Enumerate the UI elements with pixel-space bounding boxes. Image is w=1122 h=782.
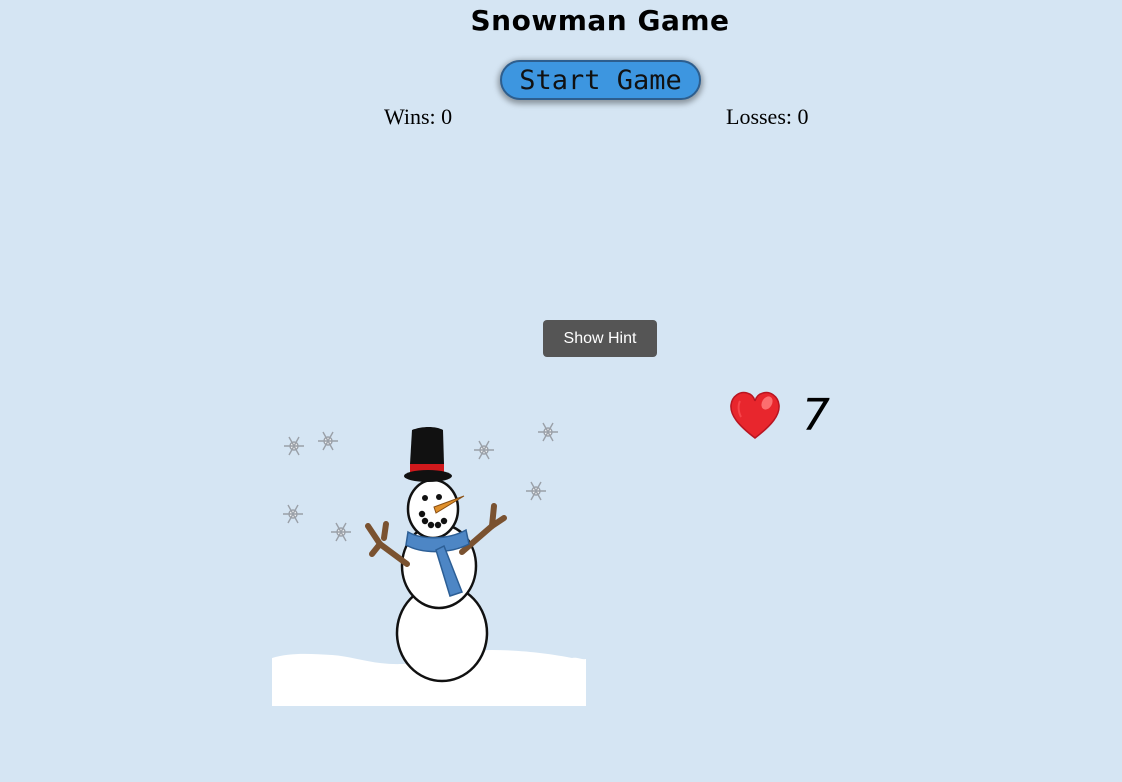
game-title: Snowman Game (470, 4, 730, 37)
show-hint-button[interactable]: Show Hint (543, 320, 657, 357)
eye (422, 495, 428, 501)
lives-count: 7 (802, 390, 830, 441)
heart-icon (730, 391, 780, 439)
start-game-button[interactable]: Start Game (500, 60, 701, 100)
hat-brim (404, 470, 452, 482)
snowman-head (406, 478, 460, 540)
wins-counter: Wins: 0 (384, 104, 453, 129)
eye (436, 494, 442, 500)
lives-display: 7 (728, 390, 830, 442)
snowman-illustration (272, 422, 586, 706)
losses-counter: Losses: 0 (726, 104, 809, 129)
top-hat (410, 427, 444, 464)
